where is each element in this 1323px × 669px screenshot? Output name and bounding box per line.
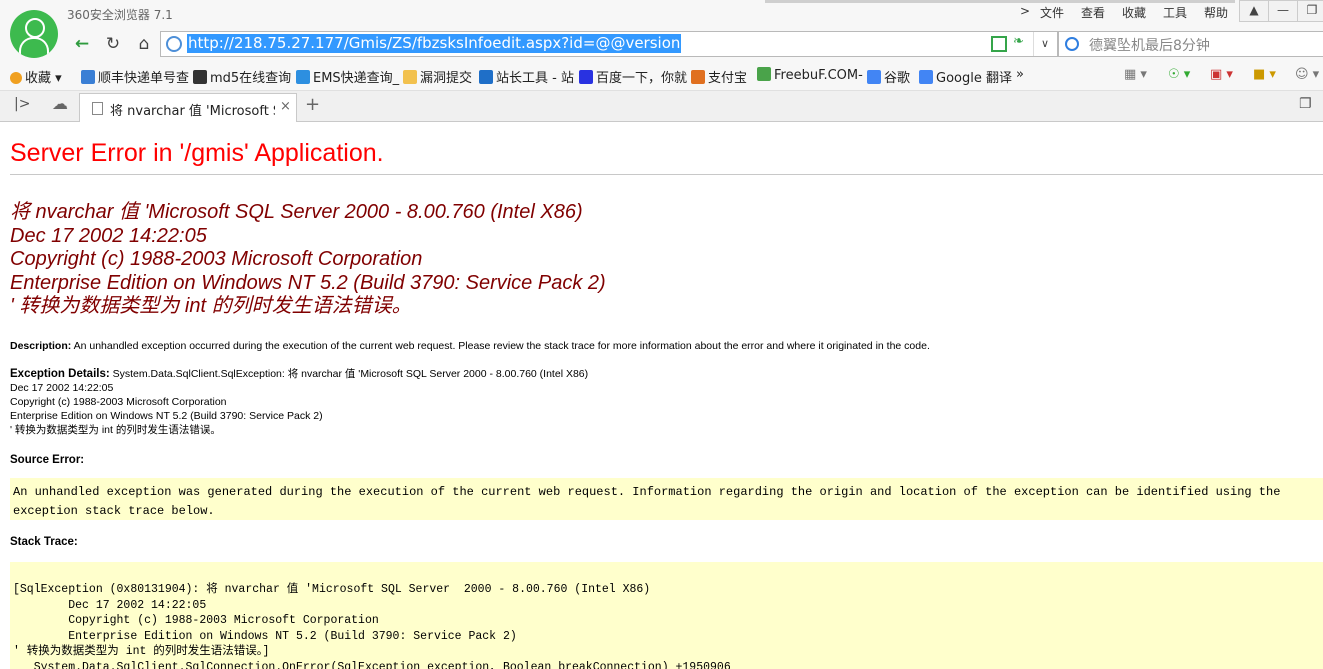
site-globe-icon: [166, 36, 182, 52]
grid-icon: [193, 70, 207, 84]
bookmark-item[interactable]: 谷歌: [867, 67, 910, 86]
page-title: Server Error in '/gmis' Application.: [10, 139, 384, 167]
error-heading-line: Enterprise Edition on Windows NT 5.2 (Bu…: [10, 271, 606, 294]
error-heading: 将 nvarchar 值 'Microsoft SQL Server 2000 …: [10, 201, 606, 319]
menu-help[interactable]: 帮助: [1204, 4, 1228, 21]
search-icon[interactable]: [1065, 37, 1079, 51]
exception-line: ' 转换为数据类型为 int 的列时发生语法错误。: [10, 424, 221, 436]
divider: [10, 174, 1323, 175]
bookmark-item[interactable]: Google 翻译: [919, 67, 1012, 86]
bookmark-item[interactable]: 站长工具 - 站: [479, 67, 574, 86]
search-input[interactable]: 德翼坠机最后8分钟: [1089, 35, 1210, 55]
address-bar[interactable]: http://218.75.27.177/Gmis/ZS/fbzsksInfoe…: [160, 31, 1058, 57]
stack-trace-box: [SqlException (0x80131904): 将 nvarchar 值…: [10, 562, 1323, 669]
extension-icon[interactable]: ■ ▾: [1253, 67, 1276, 82]
source-error-box: An unhandled exception was generated dur…: [10, 478, 1323, 520]
stack-line: Enterprise Edition on Windows NT 5.2 (Bu…: [13, 629, 517, 643]
cloud-icon[interactable]: ☁: [52, 94, 68, 113]
ie-icon: [296, 70, 310, 84]
sidebar-toggle-icon[interactable]: |>: [14, 96, 30, 112]
stack-line: System.Data.SqlClient.SqlConnection.OnEr…: [13, 660, 731, 669]
adblock-icon[interactable]: ▣ ▾: [1210, 67, 1233, 82]
minimize-button[interactable]: —: [1268, 0, 1298, 22]
skin-button[interactable]: ▲: [1239, 0, 1269, 22]
stack-trace-text: [SqlException (0x80131904): 将 nvarchar 值…: [13, 582, 731, 669]
tab-bar: |> ☁ 将 nvarchar 值 'Microsoft SQL × + ❐: [0, 91, 1323, 122]
search-box[interactable]: 德翼坠机最后8分钟: [1058, 31, 1323, 57]
stack-trace-label: Stack Trace:: [10, 536, 78, 548]
source-error-label: Source Error:: [10, 454, 85, 466]
bookmarks-bar: 收藏 ▾ 顺丰快递单号查 md5在线查询 EMS快递查询_ 漏洞提交 站长工具 …: [0, 60, 1323, 91]
bookmark-item[interactable]: md5在线查询: [193, 67, 291, 86]
bookmark-item[interactable]: 漏洞提交: [403, 67, 472, 86]
apps-icon[interactable]: ▦ ▾: [1124, 67, 1147, 82]
page-content: Server Error in '/gmis' Application. 将 n…: [0, 122, 1323, 669]
error-heading-line: ' 转换为数据类型为 int 的列时发生语法错误。: [10, 295, 412, 317]
screenshot-icon[interactable]: ☺ ▾: [1295, 67, 1319, 82]
tab-list-icon[interactable]: ❐: [1299, 96, 1312, 112]
app-title: 360安全浏览器 7.1: [67, 8, 173, 22]
leaf-icon[interactable]: ❧: [1013, 35, 1026, 49]
star-icon: [10, 72, 22, 84]
stack-line: Dec 17 2002 14:22:05: [13, 598, 207, 612]
menu-favorites[interactable]: 收藏: [1122, 4, 1146, 21]
bookmark-item[interactable]: 支付宝: [691, 67, 747, 86]
restore-button[interactable]: ❐: [1297, 0, 1323, 22]
freebuf-icon: [757, 67, 771, 81]
google-icon: [867, 70, 881, 84]
exception-line: Copyright (c) 1988-2003 Microsoft Corpor…: [10, 396, 227, 408]
error-heading-line: Dec 17 2002 14:22:05: [10, 224, 207, 247]
stack-line: Copyright (c) 1988-2003 Microsoft Corpor…: [13, 614, 379, 627]
qr-code-icon[interactable]: [991, 36, 1007, 52]
url-text[interactable]: http://218.75.27.177/Gmis/ZS/fbzsksInfoe…: [187, 34, 682, 53]
new-tab-button[interactable]: +: [305, 94, 320, 115]
back-arrow-icon[interactable]: ←: [70, 33, 94, 55]
exception-label: Exception Details:: [10, 368, 110, 380]
folder-icon: [403, 70, 417, 84]
bookmark-favorites[interactable]: 收藏 ▾: [10, 67, 62, 86]
ie-icon: [81, 70, 95, 84]
stack-line: ' 转换为数据类型为 int 的列时发生语法错误。]: [13, 645, 270, 658]
description-text: An unhandled exception occurred during t…: [73, 340, 930, 352]
exception-details: Exception Details: System.Data.SqlClient…: [10, 367, 588, 437]
stack-line: [SqlException (0x80131904): 将 nvarchar 值…: [13, 583, 651, 596]
alipay-icon: [691, 70, 705, 84]
bookmark-item[interactable]: EMS快递查询_: [296, 67, 399, 86]
translate-icon: [919, 70, 933, 84]
tab-title: 将 nvarchar 值 'Microsoft SQL: [110, 104, 275, 119]
popup-shadow: [765, 0, 1235, 3]
exception-line: Dec 17 2002 14:22:05: [10, 382, 114, 394]
chevron-down-icon[interactable]: ∨: [1033, 32, 1056, 56]
bookmark-item[interactable]: 顺丰快递单号查: [81, 67, 189, 86]
tab-close-icon[interactable]: ×: [280, 99, 291, 114]
description: Description: An unhandled exception occu…: [10, 340, 930, 352]
menu-file[interactable]: 文件: [1040, 4, 1064, 21]
refresh-icon[interactable]: ↻: [101, 33, 125, 55]
menu-expand-icon[interactable]: >: [1020, 4, 1030, 18]
menu-tools[interactable]: 工具: [1163, 4, 1187, 21]
bookmark-item[interactable]: FreebuF.COM-: [757, 67, 863, 83]
error-heading-line: Copyright (c) 1988-2003 Microsoft Corpor…: [10, 248, 423, 270]
shield-icon[interactable]: ☉ ▾: [1168, 67, 1190, 82]
bookmarks-more-icon[interactable]: »: [1016, 67, 1024, 82]
home-icon[interactable]: ⌂: [132, 33, 156, 55]
description-label: Description:: [10, 340, 72, 352]
bookmark-item[interactable]: 百度一下，你就: [579, 67, 687, 86]
source-error-text: An unhandled exception was generated dur…: [13, 485, 1281, 518]
menu-view[interactable]: 查看: [1081, 4, 1105, 21]
user-avatar-icon[interactable]: [10, 10, 58, 58]
tab-active[interactable]: 将 nvarchar 值 'Microsoft SQL ×: [79, 93, 297, 122]
exception-line: System.Data.SqlClient.SqlException: 将 nv…: [112, 368, 589, 380]
chinaz-icon: [479, 70, 493, 84]
exception-line: Enterprise Edition on Windows NT 5.2 (Bu…: [10, 410, 323, 422]
baidu-paw-icon: [579, 70, 593, 84]
error-heading-line: 将 nvarchar 值 'Microsoft SQL Server 2000 …: [10, 201, 583, 223]
title-bar: 360安全浏览器 7.1 > 文件 查看 收藏 工具 帮助 ▲ — ❐: [0, 0, 1323, 30]
document-icon: [92, 102, 103, 115]
